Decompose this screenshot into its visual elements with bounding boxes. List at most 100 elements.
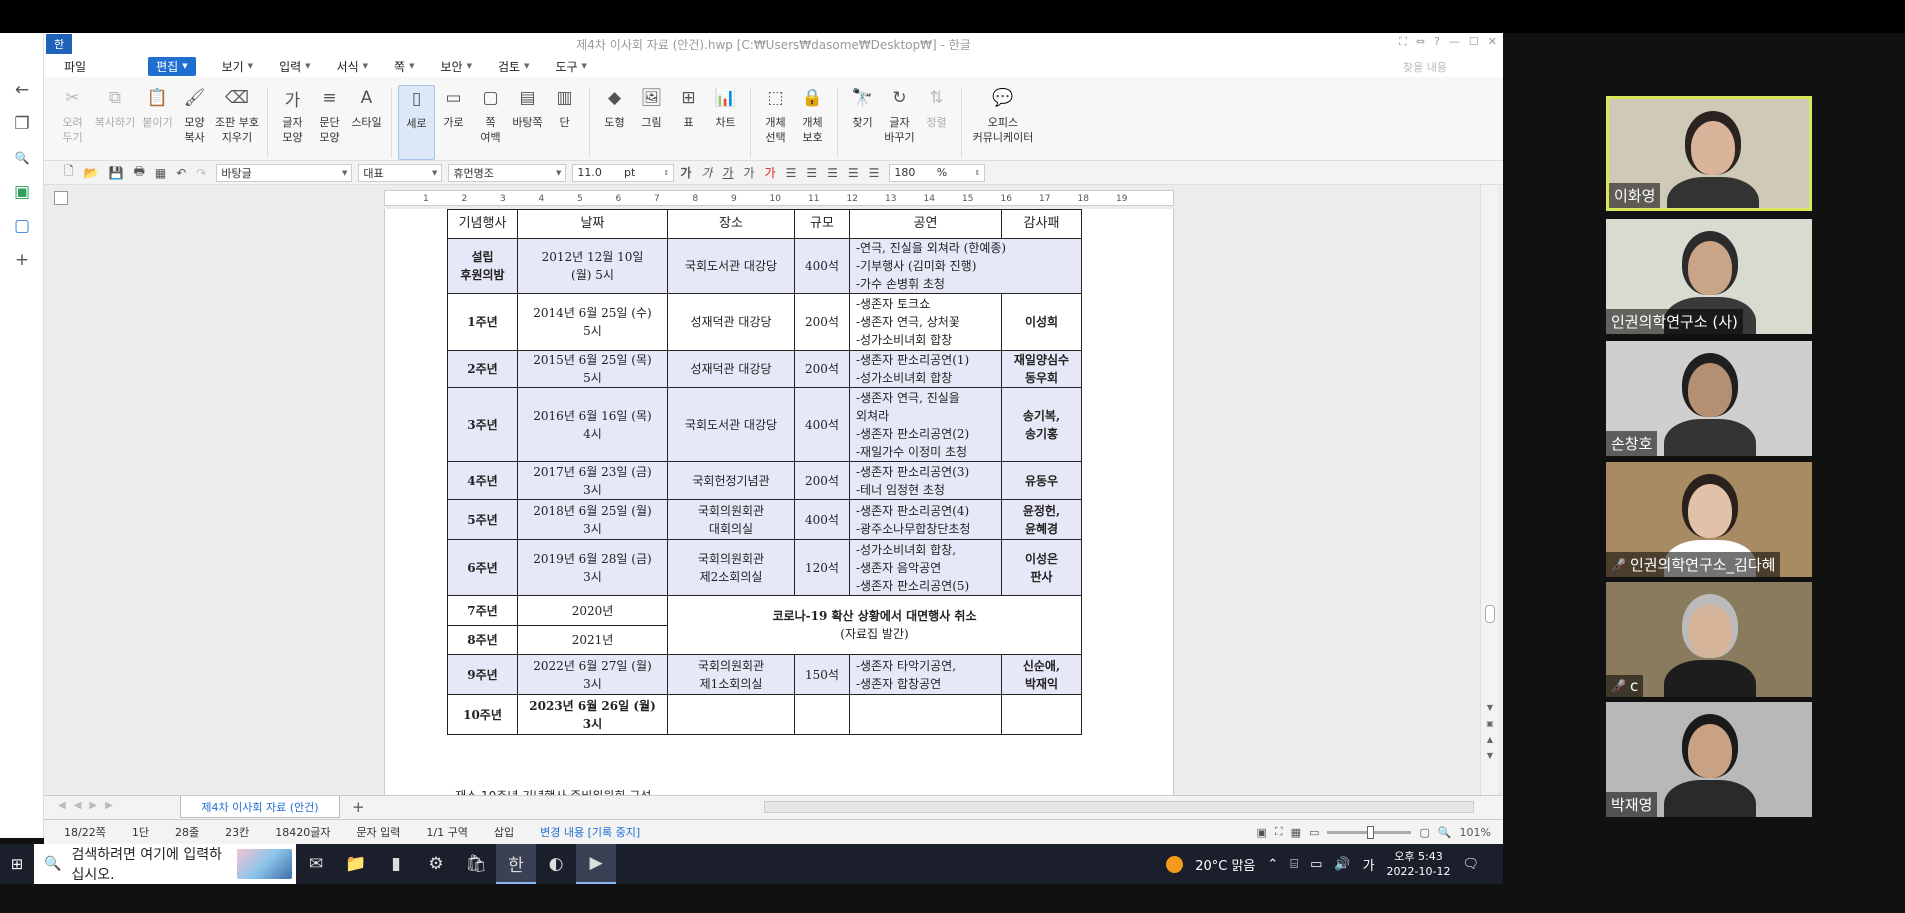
preview-icon[interactable]: ▦ [155,166,166,180]
find-input[interactable]: 찾을 내용 [1403,59,1447,75]
status-insert[interactable]: 삽입 [494,824,514,840]
document-page[interactable]: 기념행사 날짜 장소 규모 공연 감사패 설립 후원의밤 2012년 12월 10일… [384,209,1174,795]
participant-tile[interactable]: 🎤̸ 인권의학연구소_김다혜 [1606,462,1812,577]
participant-tile[interactable]: 이화영 [1606,96,1812,211]
align-distribute-icon[interactable]: ☰ [869,166,880,180]
menu-file[interactable]: 파일 [64,58,86,75]
save-icon[interactable]: 💾 [109,166,124,180]
fullscreen-icon[interactable]: ⛶ [1399,35,1407,49]
notification-icon[interactable]: 🗨 [1462,857,1479,872]
next-page-icon[interactable]: ▼ [1483,751,1497,763]
participant-tile[interactable]: 손창호 [1606,341,1812,456]
language-select[interactable]: 대표 ▼ [358,163,443,182]
close-icon[interactable]: ✕ [1488,35,1497,49]
tab-document[interactable]: 제4차 이사회 자료 (안건) [180,796,340,818]
ribbon-button-21[interactable]: ⇅ 정렬 [918,85,955,160]
minimize-icon[interactable]: — [1449,35,1460,49]
zoom-level[interactable]: 101% [1460,826,1491,839]
prev-page-icon[interactable]: ▲ [1483,735,1497,747]
zoom-search-icon[interactable]: 🔍 [1438,826,1452,839]
zoom-out-icon[interactable]: ▭ [1309,826,1319,839]
ribbon-button-16[interactable]: 📊 차트 [707,85,744,160]
horizontal-ruler[interactable]: 1 2 3 4 5 6 7 8 9 10 11 12 13 14 15 16 17 18 19 [384,190,1174,206]
status-input-mode[interactable]: 문자 입력 [356,824,400,840]
menu-review[interactable]: 검토 ▼ [498,58,529,75]
ribbon-button-20[interactable]: ↻ 글자 바꾸기 [881,85,918,160]
line-spacing-input[interactable]: 180% ⇕ [889,163,986,182]
menu-page[interactable]: 쪽 ▼ [394,58,414,75]
office-icon[interactable]: ▮ [376,844,416,884]
window-icon[interactable]: ❐ [0,107,44,141]
status-track-changes[interactable]: 변경 내용 [기록 중지] [540,824,640,840]
font-color-icon[interactable]: 가 [765,164,776,181]
ribbon-button-12[interactable]: ▥ 단 [546,85,583,160]
menu-format[interactable]: 서식 ▼ [337,58,368,75]
ribbon-button-6[interactable]: ≡ 문단 모양 [311,85,348,160]
status-page[interactable]: 18/22쪽 [64,824,106,840]
strike-icon[interactable]: 가 [744,164,755,181]
participant-tile[interactable]: 인권의학연구소 (사) [1606,219,1812,334]
windows-start-icon[interactable]: ⊞ [0,855,34,873]
view-multi-icon[interactable]: ▦ [1291,826,1301,839]
tab-nav-arrows-icon[interactable]: ◀◀▶▶ [58,800,121,811]
edge-icon[interactable]: ◐ [536,844,576,884]
page-icon[interactable]: ▣ [1483,719,1497,731]
menu-edit[interactable]: 편집 ▼ [148,56,196,76]
open-icon[interactable]: 📂 [84,166,99,180]
ribbon-button-0[interactable]: ✂ 오려 두기 [54,85,91,160]
zoom-slider-knob[interactable] [1367,825,1375,839]
ribbon-button-17[interactable]: ⬚ 개체 선택 [757,85,794,160]
ribbon-button-3[interactable]: 🖌 모양 복사 [176,85,213,160]
font-size-input[interactable]: 11.0 pt ⇕ [572,163,675,182]
scroll-down-icon[interactable]: ▼ [1483,703,1497,715]
file-explorer-icon[interactable]: 📁 [336,844,376,884]
style-select[interactable]: 바탕글 ▼ [216,163,353,182]
participant-tile[interactable]: 박재영 [1606,702,1812,817]
zoom-taskbar-icon[interactable]: ▶ [576,844,616,884]
tray-chevron-icon[interactable]: ⌃ [1267,857,1278,872]
ribbon-button-15[interactable]: ⊞ 표 [670,85,707,160]
back-arrow-icon[interactable]: ← [0,73,44,107]
horizontal-scrollbar[interactable] [764,801,1474,813]
align-justify-icon[interactable]: ☰ [786,166,797,180]
menu-security[interactable]: 보안 ▼ [440,58,471,75]
volume-icon[interactable]: 🔊 [1334,857,1350,872]
search-icon[interactable]: 🔍 [0,141,44,175]
ribbon-button-5[interactable]: 가 글자 모양 [274,85,311,160]
ribbon-button-19[interactable]: 🔭 찾기 [844,85,881,160]
bold-icon[interactable]: 가 [680,164,691,181]
mail-icon[interactable]: ✉ [296,844,336,884]
view-fit-icon[interactable]: ⛶ [1275,825,1283,839]
ime-indicator[interactable]: 가 [1363,855,1375,874]
underline-icon[interactable]: 가 [722,164,733,181]
ribbon-button-1[interactable]: ⧉ 복사하기 [91,85,139,160]
menu-insert[interactable]: 입력 ▼ [279,58,310,75]
scroll-thumb[interactable] [1485,605,1495,623]
vertical-scrollbar[interactable]: ▼ ▣ ▲ ▼ [1480,185,1498,795]
add-icon[interactable]: + [0,243,44,277]
italic-icon[interactable]: 가 [701,164,712,181]
zoom-slider[interactable] [1327,825,1412,839]
ribbon-button-13[interactable]: ◆ 도형 [596,85,633,160]
settings-icon[interactable]: ⚙ [416,844,456,884]
taskbar-search-box[interactable]: 🔍 검색하려면 여기에 입력하십시오. [34,844,296,884]
new-doc-icon[interactable]: 🗋 [64,162,74,183]
network-icon[interactable]: ⌸ [1290,857,1298,872]
weather-text[interactable]: 20°C 맑음 [1195,855,1255,874]
print-icon[interactable]: 🖶 [134,162,145,183]
view-normal-icon[interactable]: ▣ [1257,826,1267,839]
menu-view[interactable]: 보기 ▼ [222,58,253,75]
hwp-taskbar-icon[interactable]: 한 [496,844,536,884]
ribbon-button-22[interactable]: 💬 오피스 커뮤니케이터 [968,85,1038,160]
clock[interactable]: 오후 5:43 2022-10-12 [1387,849,1451,879]
ribbon-button-11[interactable]: ▤ 바탕쪽 [509,85,546,160]
battery-icon[interactable]: ▭ [1310,857,1322,872]
align-left-icon[interactable]: ☰ [806,166,817,180]
ribbon-button-4[interactable]: ⌫ 조판 부호 지우기 [213,85,261,160]
ribbon-button-10[interactable]: ▢ 쪽 여백 [472,85,509,160]
share-screen-icon[interactable]: ▣ [0,175,44,209]
ribbon-button-2[interactable]: 📋 붙이기 [139,85,176,160]
store-icon[interactable]: 🛍 [456,844,496,884]
font-select[interactable]: 휴먼명조 ▼ [448,163,567,182]
restore-icon[interactable]: ⇔ [1416,35,1425,49]
